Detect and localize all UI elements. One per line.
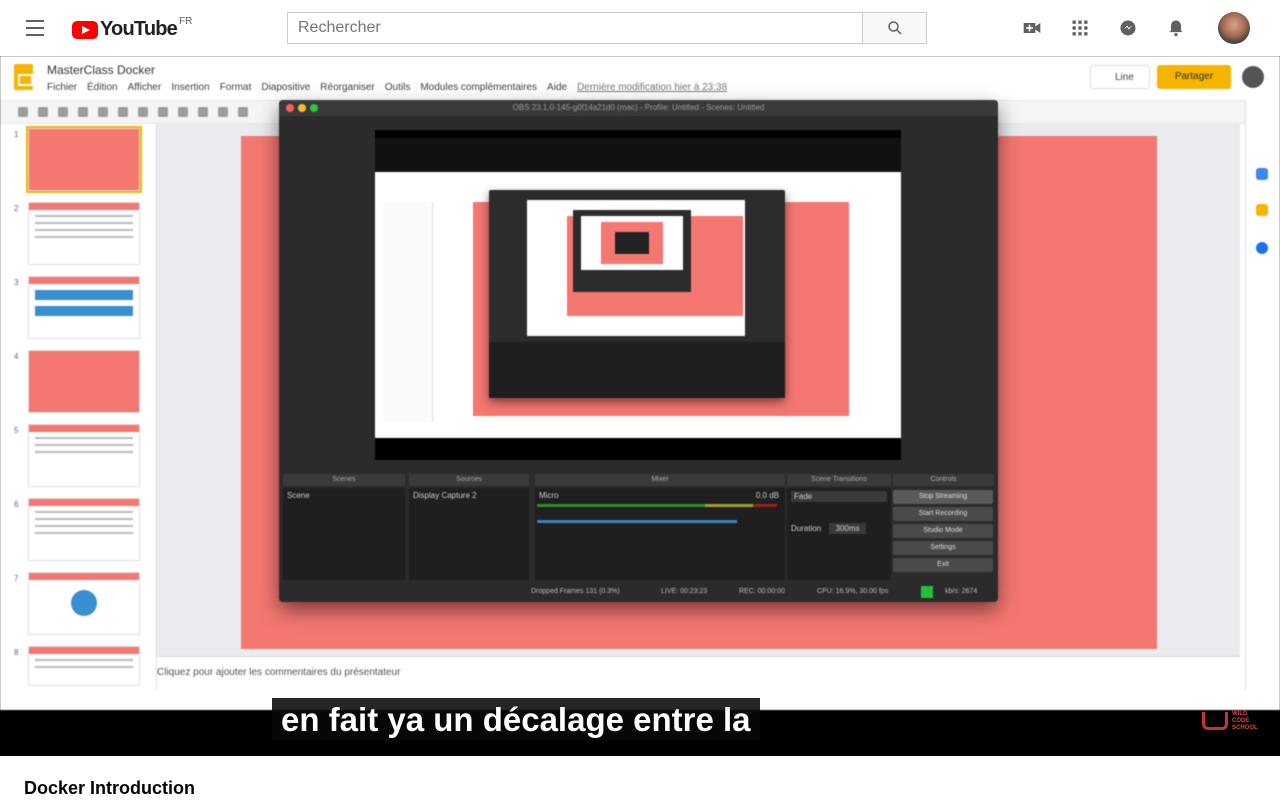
video-player[interactable]: MasterClass Docker Fichier Édition Affic… [0,56,1280,756]
menu-item: Réorganiser [320,82,375,93]
duration-value: 300ms [829,523,866,534]
notifications-bell-icon[interactable] [1166,18,1186,38]
menu-item: Édition [87,82,118,93]
menu-item: Afficher [127,82,162,93]
user-avatar[interactable] [1218,12,1250,44]
slide-number: 1 [14,130,19,139]
obs-window: OBS 23.1.0-145-g0f14a21d0 (mac) - Profil… [279,100,998,602]
slides-account-avatar [1242,66,1264,88]
slide-number: 5 [14,426,19,435]
menu-item: Modules complémentaires [420,82,538,93]
create-video-icon[interactable] [1021,18,1041,38]
slides-logo-icon [14,64,33,90]
hamburger-menu-icon[interactable] [26,20,46,36]
slides-filmstrip: 1 2 3 4 5 6 7 8 [0,124,157,690]
mixer-track-name: Micro [539,491,559,500]
menu-item: Diapositive [261,82,311,93]
slide-number: 2 [14,204,19,213]
slides-side-panel [1245,100,1280,690]
mixer-panel: Micro 0.0 dB [535,488,785,580]
nested-slides-capture [375,172,901,438]
live-time: LIVE: 00:23:23 [661,588,708,595]
obs-status-bar: Dropped Frames 131 (0.3%) LIVE: 00:23:23… [279,582,998,602]
region-code: FR [178,16,193,27]
youtube-logo[interactable]: YouTube FR [72,16,193,41]
slide-thumbnail [26,126,142,193]
speaker-notes: Cliquez pour ajouter les commentaires du… [157,656,1240,690]
obs-window-title: OBS 23.1.0-145-g0f14a21d0 (mac) - Profil… [512,103,765,112]
audio-level-meter [537,504,777,507]
settings-button: Settings [893,541,993,555]
transitions-dock-header: Scene Transitions [787,474,891,486]
subtitle-caption: en fait ya un décalage entre la [272,698,760,740]
stop-streaming-button: Stop Streaming [893,490,993,504]
slide-thumbnail [28,572,140,635]
cpu-usage: CPU: 16.9%, 30.00 fps [817,588,889,595]
wild-code-school-watermark: WILD CODE SCHOOL [1202,710,1262,736]
slide-thumbnail [28,646,140,686]
slide-thumbnail [28,498,140,561]
menu-item: Insertion [171,82,210,93]
google-slides-screen: MasterClass Docker Fichier Édition Affic… [0,56,1280,710]
mixer-dock-header: Mixer [535,474,785,486]
slide-number: 4 [14,352,19,361]
scenes-list: Scene [283,488,405,580]
slide-number: 8 [14,648,19,657]
messages-icon[interactable] [1118,18,1138,38]
menu-item: Format [219,82,252,93]
menu-item: Fichier [47,82,78,93]
slide-thumbnail [28,276,140,339]
slides-header: MasterClass Docker Fichier Édition Affic… [0,56,1280,100]
slide-number: 3 [14,278,19,287]
menu-item: Outils [384,82,411,93]
sources-dock-header: Sources [409,474,529,486]
source-item: Display Capture 2 [413,491,477,500]
sources-list: Display Capture 2 [409,488,529,580]
scenes-dock-header: Scenes [283,474,405,486]
transition-select: Fade [791,491,887,502]
slide-thumbnail [28,350,140,413]
apps-grid-icon[interactable] [1070,18,1090,38]
youtube-play-icon [72,20,98,39]
search-input[interactable]: Rechercher [287,12,863,44]
obs-preview [375,130,901,460]
line-button: Line [1090,65,1150,89]
bitrate: kb/s: 2674 [945,588,978,595]
volume-slider [537,520,737,523]
slide-number: 6 [14,500,19,509]
video-title: Docker Introduction [24,778,196,798]
search-button[interactable] [862,12,927,44]
scene-item: Scene [287,491,310,500]
menu-item: Aide [547,82,568,93]
search-icon [887,21,902,35]
rec-time: REC: 00:00:00 [739,588,785,595]
obs-title-bar: OBS 23.1.0-145-g0f14a21d0 (mac) - Profil… [279,100,998,116]
duration-label: Duration [791,524,822,533]
controls-dock-header: Controls [893,474,994,486]
last-edit-link: Dernière modification hier à 23:38 [577,82,728,93]
dropped-frames: Dropped Frames 131 (0.3%) [531,588,620,595]
transitions-panel: Fade Duration 300ms [787,488,891,580]
exit-button: Exit [893,558,993,572]
slides-doc-title: MasterClass Docker [47,63,156,77]
slides-menu-bar: Fichier Édition Afficher Insertion Forma… [47,82,727,93]
slide-number: 7 [14,574,19,583]
studio-mode-button: Studio Mode [893,524,993,538]
slide-thumbnail [28,424,140,487]
youtube-header: YouTube FR Rechercher [0,0,1280,56]
stream-health-indicator [921,586,933,598]
slide-thumbnail [28,202,140,265]
youtube-wordmark: YouTube [100,18,178,40]
share-button: Partager [1157,65,1231,89]
mixer-db-value: 0.0 dB [755,491,779,500]
start-recording-button: Start Recording [893,507,993,521]
nested-obs-capture [489,190,785,398]
